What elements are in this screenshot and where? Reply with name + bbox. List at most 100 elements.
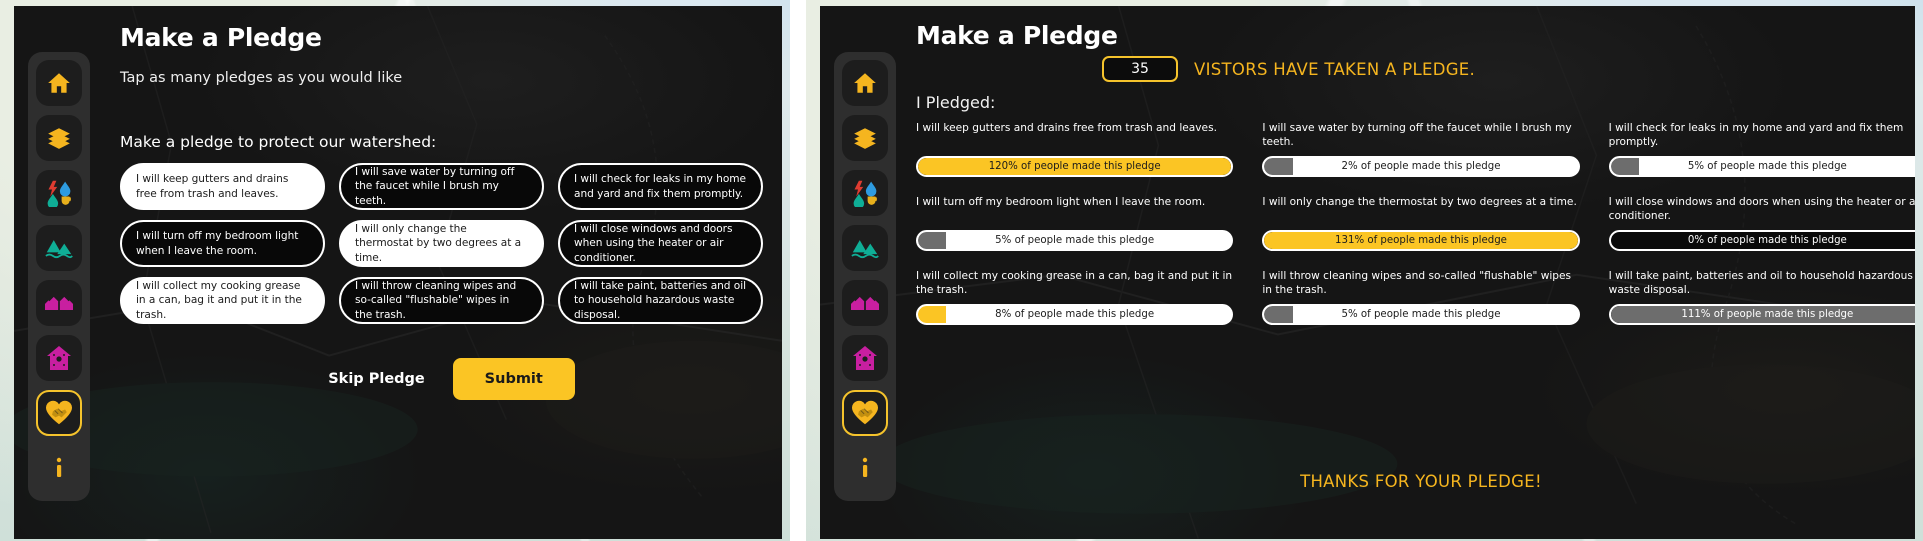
pledge-result-text: I will save water by turning off the fau… <box>1262 122 1572 148</box>
pledge-option[interactable]: I will only change the thermostat by two… <box>339 220 544 267</box>
page-subtitle: Tap as many pledges as you would like <box>120 70 403 86</box>
pledge-result-item: I will throw cleaning wipes and so-calle… <box>1262 270 1580 325</box>
skip-pledge-button[interactable]: Skip Pledge <box>328 371 425 387</box>
right-sidebar <box>834 52 896 501</box>
pledge-result-bar: 5% of people made this pledge <box>1608 156 1915 177</box>
page-title: Make a Pledge <box>916 21 1118 50</box>
pledge-option[interactable]: I will keep gutters and drains free from… <box>120 163 325 210</box>
mountains-water-icon <box>851 240 879 259</box>
pledge-result-text: I will check for leaks in my home and ya… <box>1608 122 1904 148</box>
sidebar-item-utilities[interactable] <box>842 170 888 216</box>
right-pledge-card: Make a Pledge 35 VISTORS HAVE TAKEN A PL… <box>820 6 1915 539</box>
thanks-message: THANKS FOR YOUR PLEDGE! <box>1300 472 1542 491</box>
pledge-option[interactable]: I will close windows and doors when usin… <box>558 220 763 267</box>
pledge-result-bar-fill <box>918 306 947 323</box>
pledge-result-item: I will save water by turning off the fau… <box>1262 122 1580 177</box>
pledge-result-text: I will only change the thermostat by two… <box>1262 196 1577 208</box>
pledge-option[interactable]: I will collect my cooking grease in a ca… <box>120 277 325 324</box>
pledge-result-text: I will collect my cooking grease in a ca… <box>916 270 1233 296</box>
pledge-result-bar: 131% of people made this pledge <box>1262 230 1580 251</box>
right-panel: Make a Pledge 35 VISTORS HAVE TAKEN A PL… <box>806 0 1923 541</box>
pledge-option[interactable]: I will turn off my bedroom light when I … <box>120 220 325 267</box>
left-panel: Make a Pledge Tap as many pledges as you… <box>0 0 790 541</box>
pledge-result-bar: 8% of people made this pledge <box>916 304 1234 325</box>
pledge-result-bar-label: 0% of people made this pledge <box>1687 235 1847 246</box>
pledge-result-bar-fill <box>1264 158 1293 175</box>
sidebar-item-home-detail[interactable] <box>842 335 888 381</box>
mountains-water-icon <box>45 240 73 259</box>
left-sidebar <box>28 52 90 501</box>
pledge-option[interactable]: I will save water by turning off the fau… <box>339 163 544 210</box>
action-row: Skip Pledge Submit <box>120 358 782 400</box>
home-icon <box>48 73 70 93</box>
pledge-result-bar: 5% of people made this pledge <box>1262 304 1580 325</box>
sidebar-item-layers[interactable] <box>842 115 888 161</box>
birdhouse-icon <box>853 346 877 370</box>
visitor-count-badge: 35 <box>1102 56 1178 82</box>
pledge-results-grid: I will keep gutters and drains free from… <box>916 122 1915 325</box>
pledge-result-item: I will check for leaks in my home and ya… <box>1608 122 1915 177</box>
pledge-option[interactable]: I will check for leaks in my home and ya… <box>558 163 763 210</box>
pledge-result-bar-label: 5% of people made this pledge <box>1341 309 1501 320</box>
pledge-result-bar-label: 111% of people made this pledge <box>1681 309 1854 320</box>
sidebar-item-home[interactable] <box>842 60 888 106</box>
section-label: Make a pledge to protect our watershed: <box>120 133 437 151</box>
pledge-result-bar: 2% of people made this pledge <box>1262 156 1580 177</box>
right-content: Make a Pledge 35 VISTORS HAVE TAKEN A PL… <box>902 6 1915 539</box>
pledge-result-bar-fill <box>918 232 947 249</box>
page-title: Make a Pledge <box>120 23 322 52</box>
pledge-result-bar: 5% of people made this pledge <box>916 230 1234 251</box>
pledge-result-bar-fill <box>1264 306 1293 323</box>
sidebar-item-neighborhood[interactable] <box>842 280 888 326</box>
houses-icon <box>851 296 879 310</box>
pledge-result-text: I will throw cleaning wipes and so-calle… <box>1262 270 1572 296</box>
left-pledge-card: Make a Pledge Tap as many pledges as you… <box>14 6 782 539</box>
pledge-result-item: I will close windows and doors when usin… <box>1608 196 1915 251</box>
houses-icon <box>45 296 73 310</box>
visitor-counter-text: VISTORS HAVE TAKEN A PLEDGE. <box>1194 59 1476 79</box>
sidebar-item-pledge[interactable] <box>36 390 82 436</box>
pledge-result-text: I will keep gutters and drains free from… <box>916 122 1217 134</box>
pledged-label: I Pledged: <box>916 93 996 112</box>
info-icon <box>56 457 62 477</box>
pledge-result-item: I will collect my cooking grease in a ca… <box>916 270 1234 325</box>
pledge-result-bar-label: 8% of people made this pledge <box>995 309 1155 320</box>
pledge-result-item: I will only change the thermostat by two… <box>1262 196 1580 251</box>
pledge-result-bar-fill <box>1610 158 1639 175</box>
pledge-result-bar-label: 5% of people made this pledge <box>995 235 1155 246</box>
layers-icon <box>48 128 70 149</box>
pledge-result-bar: 111% of people made this pledge <box>1608 304 1915 325</box>
home-icon <box>854 73 876 93</box>
handshake-heart-icon <box>851 400 879 425</box>
sidebar-item-neighborhood[interactable] <box>36 280 82 326</box>
sidebar-item-pledge[interactable] <box>842 390 888 436</box>
pledge-result-bar: 0% of people made this pledge <box>1608 230 1915 251</box>
sidebar-item-info[interactable] <box>36 445 82 491</box>
pledge-result-bar-label: 131% of people made this pledge <box>1335 235 1507 246</box>
sidebar-item-watershed[interactable] <box>36 225 82 271</box>
pledge-result-item: I will take paint, batteries and oil to … <box>1608 270 1915 325</box>
handshake-heart-icon <box>45 400 73 425</box>
left-content: Make a Pledge Tap as many pledges as you… <box>106 6 782 539</box>
sidebar-item-layers[interactable] <box>36 115 82 161</box>
submit-button[interactable]: Submit <box>452 358 575 400</box>
sidebar-item-home[interactable] <box>36 60 82 106</box>
pledge-result-text: I will take paint, batteries and oil to … <box>1608 270 1913 296</box>
pledge-result-bar-label: 5% of people made this pledge <box>1687 161 1847 172</box>
pledge-option[interactable]: I will throw cleaning wipes and so-calle… <box>339 277 544 324</box>
sidebar-item-info[interactable] <box>842 445 888 491</box>
pledge-result-bar-label: 120% of people made this pledge <box>988 161 1161 172</box>
sidebar-item-watershed[interactable] <box>842 225 888 271</box>
pledge-result-item: I will keep gutters and drains free from… <box>916 122 1234 177</box>
sidebar-item-home-detail[interactable] <box>36 335 82 381</box>
layers-icon <box>854 128 876 149</box>
pledge-result-item: I will turn off my bedroom light when I … <box>916 196 1234 251</box>
info-icon <box>862 457 868 477</box>
pledge-option[interactable]: I will take paint, batteries and oil to … <box>558 277 763 324</box>
pledge-result-bar: 120% of people made this pledge <box>916 156 1234 177</box>
energy-water-icon <box>853 180 877 207</box>
sidebar-item-utilities[interactable] <box>36 170 82 216</box>
birdhouse-icon <box>47 346 71 370</box>
pledge-result-bar-label: 2% of people made this pledge <box>1341 161 1501 172</box>
screenshot-root: Make a Pledge Tap as many pledges as you… <box>0 0 1923 541</box>
